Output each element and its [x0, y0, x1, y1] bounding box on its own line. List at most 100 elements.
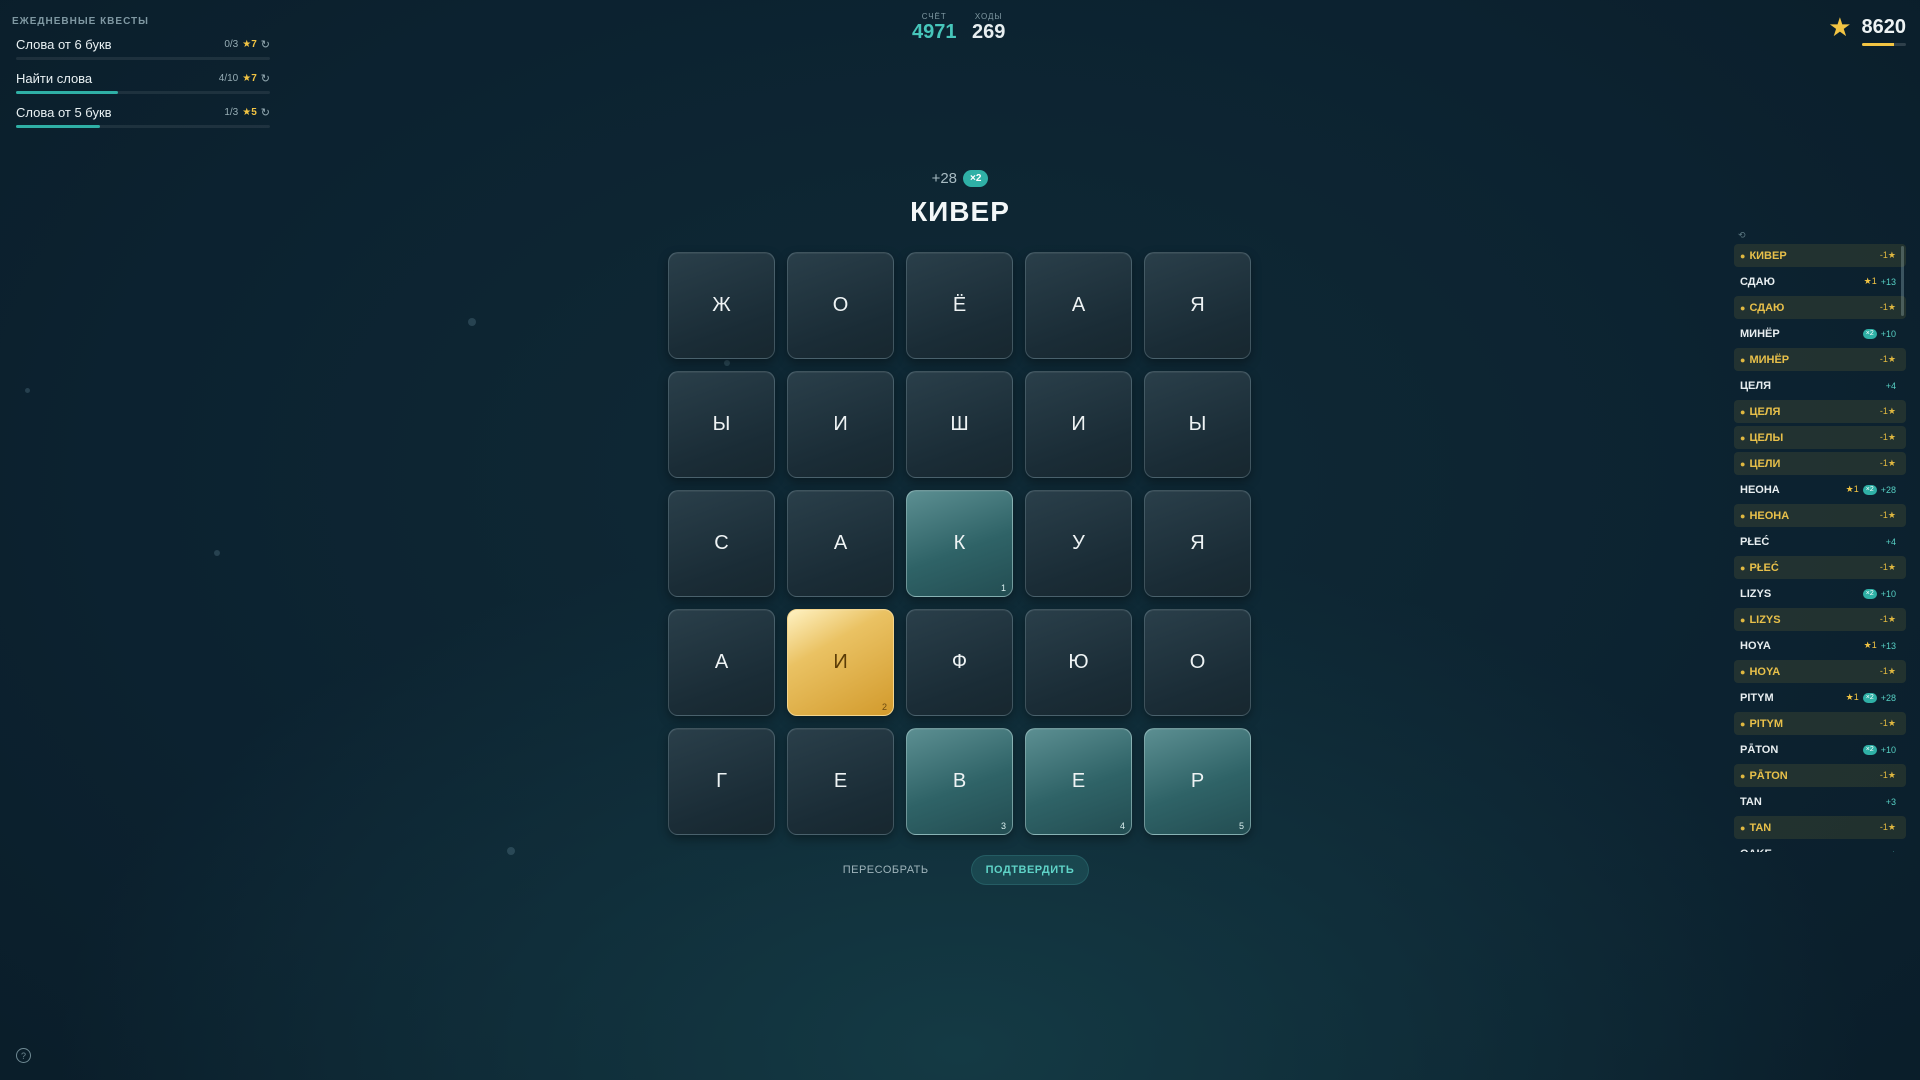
- word-cost: -1★: [1879, 406, 1896, 416]
- current-word-points: +28 ×2: [932, 170, 989, 187]
- word-text: PĀTON: [1740, 743, 1779, 756]
- refresh-icon[interactable]: ↻: [261, 106, 270, 119]
- word-row-hint[interactable]: ● LIZYS -1★: [1734, 608, 1906, 631]
- word-text: PŁEĆ: [1749, 561, 1779, 574]
- letter-tile[interactable]: Ю: [1025, 609, 1132, 716]
- word-row-hint[interactable]: ● ЦЕЛИ -1★: [1734, 452, 1906, 475]
- word-result: -1★: [1880, 562, 1896, 573]
- word-text: МИНЁР: [1740, 327, 1780, 340]
- stars-progress-bar: [1861, 42, 1906, 46]
- letter-tile[interactable]: А: [668, 609, 775, 716]
- word-row[interactable]: HOYA ★1 +13: [1734, 634, 1906, 657]
- bulb-icon: ●: [1740, 614, 1746, 625]
- letter-tile[interactable]: Г: [668, 728, 775, 835]
- letter-tile[interactable]: О: [787, 252, 894, 359]
- word-multiplier-badge: ×2: [1862, 484, 1877, 495]
- letter-tile[interactable]: Е: [787, 728, 894, 835]
- word-text: КИВЕР: [1749, 249, 1787, 262]
- word-row-hint[interactable]: ● КИВЕР -1★: [1734, 244, 1906, 267]
- refresh-icon[interactable]: ↻: [261, 72, 270, 85]
- letter-tile[interactable]: С: [668, 490, 775, 597]
- word-row[interactable]: TAN +3: [1734, 790, 1906, 813]
- word-row-hint[interactable]: ● PITYM -1★: [1734, 712, 1906, 735]
- word-text: PĀTON: [1749, 769, 1788, 782]
- word-row-hint[interactable]: ● СДАЮ -1★: [1734, 296, 1906, 319]
- word-row[interactable]: МИНЁР ×2 +10: [1734, 322, 1906, 345]
- word-row[interactable]: СДАЮ ★1 +13: [1734, 270, 1906, 293]
- word-text: СДАЮ: [1749, 301, 1785, 314]
- tile-letter: К: [953, 532, 966, 554]
- word-result: -1★: [1880, 666, 1896, 677]
- tile-letter: У: [1072, 532, 1085, 554]
- letter-tile[interactable]: Ж: [668, 252, 775, 359]
- word-points: +13: [1880, 640, 1896, 651]
- word-points: +28: [1880, 692, 1896, 703]
- letter-tile[interactable]: В3: [906, 728, 1013, 835]
- word-points: +13: [1880, 276, 1896, 287]
- word-row-hint[interactable]: ● ЦЕЛЯ -1★: [1734, 400, 1906, 423]
- word-text: PITYM: [1740, 691, 1774, 704]
- word-star-bonus: ★1: [1845, 484, 1859, 494]
- word-row-hint[interactable]: ● МИНЁР -1★: [1734, 348, 1906, 371]
- letter-tile[interactable]: Я: [1144, 252, 1251, 359]
- help-icon[interactable]: ?: [16, 1048, 31, 1063]
- word-points: +28: [1880, 484, 1896, 495]
- word-row[interactable]: PITYM ★1 ×2 +28: [1734, 686, 1906, 709]
- tile-letter: И: [833, 413, 848, 435]
- word-result: ★1 +13: [1864, 640, 1896, 651]
- word-row[interactable]: PŁEĆ +4: [1734, 530, 1906, 553]
- confirm-button[interactable]: ПОДТВЕРДИТЬ: [970, 855, 1090, 885]
- word-cost: -1★: [1879, 510, 1896, 520]
- word-points: +4: [1885, 380, 1896, 391]
- word-result: +4: [1886, 537, 1896, 547]
- letter-tile[interactable]: Ы: [668, 371, 775, 478]
- tile-order-number: 2: [881, 702, 887, 712]
- tile-letter: А: [714, 651, 729, 673]
- word-row-hint[interactable]: ● TAN -1★: [1734, 816, 1906, 839]
- letter-tile[interactable]: Е4: [1025, 728, 1132, 835]
- background-dot: [507, 847, 515, 855]
- bulb-icon: ●: [1740, 666, 1746, 677]
- word-row[interactable]: LIZYS ×2 +10: [1734, 582, 1906, 605]
- letter-tile[interactable]: И: [1025, 371, 1132, 478]
- letter-tile[interactable]: К1: [906, 490, 1013, 597]
- tile-letter: Е: [833, 770, 848, 792]
- letter-tile[interactable]: Ф: [906, 609, 1013, 716]
- word-row-hint[interactable]: ● PĀTON -1★: [1734, 764, 1906, 787]
- letter-tile[interactable]: И: [787, 371, 894, 478]
- word-points: +10: [1880, 744, 1896, 755]
- letter-tile[interactable]: А: [787, 490, 894, 597]
- tile-letter: Ы: [1188, 413, 1207, 435]
- moves-display: ХОДЫ 269: [972, 12, 1005, 43]
- letter-tile[interactable]: Я: [1144, 490, 1251, 597]
- word-row[interactable]: НЕОНА ★1 ×2 +28: [1734, 478, 1906, 501]
- refresh-icon[interactable]: ↻: [261, 38, 270, 51]
- word-row-hint[interactable]: ● ЦЕЛЫ -1★: [1734, 426, 1906, 449]
- letter-tile[interactable]: И2: [787, 609, 894, 716]
- letter-tile[interactable]: А: [1025, 252, 1132, 359]
- letter-tile[interactable]: Ш: [906, 371, 1013, 478]
- word-result: ×2 +10: [1862, 328, 1896, 339]
- quest-item[interactable]: Слова от 6 букв 0/3 ★7 ↻: [12, 37, 270, 71]
- quest-item[interactable]: Слова от 5 букв 1/3 ★5 ↻: [12, 105, 270, 139]
- word-row-hint[interactable]: ● PŁEĆ -1★: [1734, 556, 1906, 579]
- found-words-list[interactable]: ⟲ ● КИВЕР -1★ СДАЮ ★1 +13 ● СДАЮ -1★ МИНЁР ×2 +10 ● М…: [1734, 230, 1906, 852]
- word-text: ЦЕЛЯ: [1740, 379, 1771, 392]
- word-row-hint[interactable]: ● HOYA -1★: [1734, 660, 1906, 683]
- word-row[interactable]: OAKE+: [1734, 842, 1906, 853]
- word-multiplier-badge: ×2: [1862, 692, 1877, 703]
- quest-name: Найти слова: [16, 71, 93, 86]
- word-result: -1★: [1880, 406, 1896, 417]
- reshuffle-button[interactable]: ПЕРЕСОБРАТЬ: [831, 855, 941, 885]
- word-row[interactable]: PĀTON ×2 +10: [1734, 738, 1906, 761]
- quest-item[interactable]: Найти слова 4/10 ★7 ↻: [12, 71, 270, 105]
- letter-tile[interactable]: Ы: [1144, 371, 1251, 478]
- letter-tile[interactable]: У: [1025, 490, 1132, 597]
- letter-tile[interactable]: Ё: [906, 252, 1013, 359]
- word-points: +: [1891, 849, 1896, 853]
- letter-tile[interactable]: О: [1144, 609, 1251, 716]
- letter-tile[interactable]: Р5: [1144, 728, 1251, 835]
- star-icon: ★: [1828, 12, 1852, 42]
- word-row[interactable]: ЦЕЛЯ +4: [1734, 374, 1906, 397]
- word-row-hint[interactable]: ● НЕОНА -1★: [1734, 504, 1906, 527]
